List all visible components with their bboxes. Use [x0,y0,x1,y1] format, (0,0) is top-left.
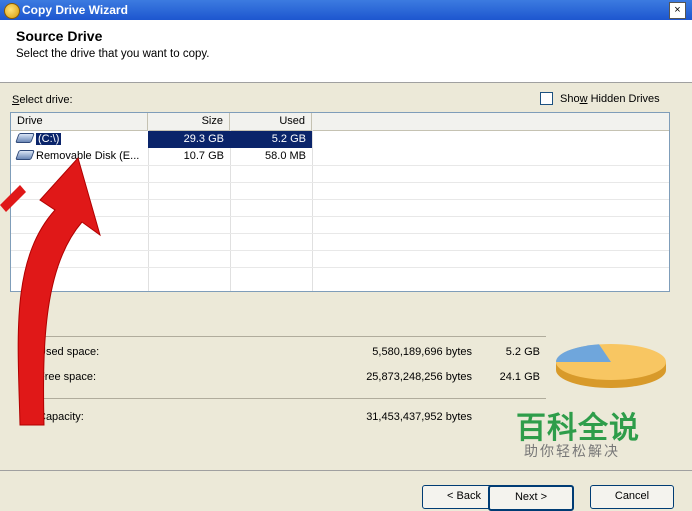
drive-size: 29.3 GB [148,131,230,148]
free-space-row: Free space: 25,873,248,256 bytes 24.1 GB [0,371,560,387]
capacity-bytes: 31,453,437,952 bytes [366,411,472,423]
free-space-size: 24.1 GB [499,371,540,383]
show-hidden-drives-checkbox[interactable]: Show Hidden Drives [540,92,660,105]
grid-line [11,267,669,268]
drive-name: Removable Disk (E... [36,150,140,162]
list-header: Drive Size Used [11,113,669,131]
grid-line [11,199,669,200]
page-subtitle: Select the drive that you want to copy. [16,48,210,60]
grid-line [11,216,669,217]
next-button[interactable]: Next > [488,485,574,511]
column-header-used[interactable]: Used [230,113,312,130]
checkbox-box[interactable] [540,92,553,105]
drive-used: 58.0 MB [265,150,306,162]
drive-list[interactable]: Drive Size Used (C:\) 29.3 GB 5.2 GB Rem… [10,112,670,292]
show-hidden-label: Show Hidden Drives [560,93,660,105]
grid-line [11,233,669,234]
grid-line [11,250,669,251]
window-title: Copy Drive Wizard [22,3,128,17]
grid-line [11,182,669,183]
divider [36,398,546,399]
select-drive-label-text: elect drive: [19,94,73,106]
drive-row-c[interactable]: (C:\) 29.3 GB 5.2 GB [11,131,669,148]
used-space-label: Used space: [38,346,100,358]
grid-line [11,165,669,166]
wizard-header: Source Drive Select the drive that you w… [0,20,692,83]
drive-row-e[interactable]: Removable Disk (E... 10.7 GB 58.0 MB [11,148,669,165]
capacity-label: Capacity: [38,411,84,423]
app-icon [4,3,20,19]
capacity-row: Capacity: 31,453,437,952 bytes [0,411,560,427]
show-hidden-label-mnemonic: w [579,92,588,105]
drive-name: (C:\) [36,133,62,145]
button-bar: < Back Next > Cancel [0,470,692,511]
free-space-bytes: 25,873,248,256 bytes [366,371,472,383]
page-title: Source Drive [16,28,103,44]
show-hidden-label-pre: Sho [560,92,580,105]
drive-size: 10.7 GB [183,150,224,162]
show-hidden-label-post: Hidden Drives [587,92,660,105]
column-header-size[interactable]: Size [148,113,230,130]
cancel-button[interactable]: Cancel [590,485,674,509]
used-space-bytes: 5,580,189,696 bytes [372,346,472,358]
close-button[interactable]: × [669,2,686,19]
watermark-tagline: 助你轻松解决 [524,443,620,459]
removable-disk-icon [15,150,35,160]
select-drive-label: Select drive: [12,94,73,106]
title-bar: Copy Drive Wizard × [0,0,692,20]
drive-cell: (C:\) [11,131,148,148]
drive-cell: Removable Disk (E... [11,148,148,165]
drive-used: 5.2 GB [230,131,312,148]
column-header-drive[interactable]: Drive [11,113,148,130]
disk-usage-pie [555,344,666,388]
used-space-size: 5.2 GB [505,346,540,358]
hard-drive-icon [15,133,35,143]
free-space-label: Free space: [38,371,97,383]
used-space-row: Used space: 5,580,189,696 bytes 5.2 GB [0,346,560,362]
